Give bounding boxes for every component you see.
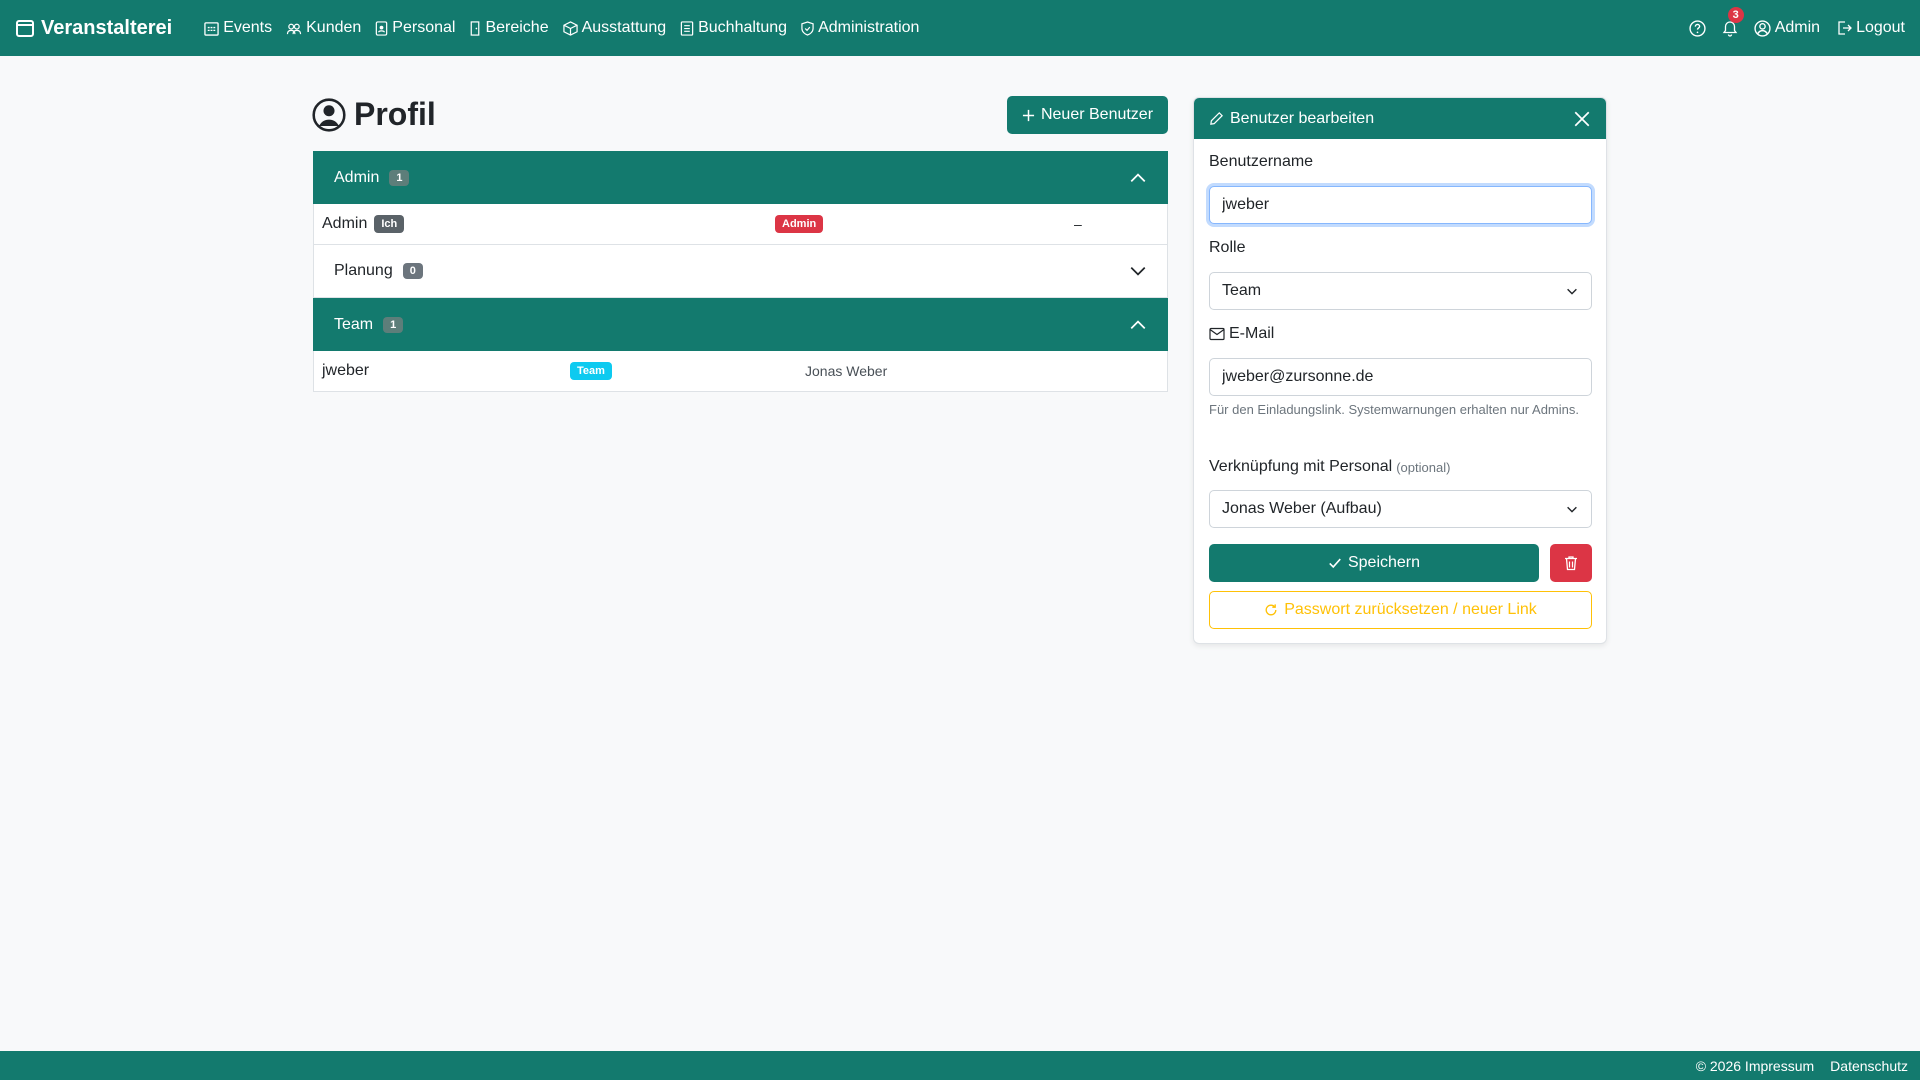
- calendar-icon: [16, 20, 34, 37]
- personal-link-select[interactable]: Jonas Weber (Aufbau): [1209, 490, 1592, 528]
- privacy-link[interactable]: Datenschutz: [1830, 1058, 1908, 1074]
- self-badge: Ich: [374, 215, 405, 233]
- new-user-button-label: Neuer Benutzer: [1040, 106, 1154, 123]
- page-title: Profil: [312, 96, 436, 133]
- group-header-planung[interactable]: Planung 0: [313, 245, 1168, 298]
- role-select-value: Team: [1222, 282, 1262, 299]
- ledger-icon: [680, 20, 694, 36]
- top-navbar: Veranstalterei Events Kunden Personal Be…: [0, 0, 1920, 56]
- nav-buchhaltung-label: Buchhaltung: [698, 19, 788, 36]
- group-count-badge: 0: [402, 263, 423, 279]
- nav-events-label: Events: [223, 19, 273, 36]
- role-select[interactable]: Team: [1209, 272, 1592, 310]
- door-icon: [471, 20, 480, 36]
- envelope-icon: [1209, 327, 1225, 341]
- box-icon: [562, 20, 578, 36]
- nav-administration[interactable]: Administration: [801, 19, 919, 37]
- check-icon: [1329, 558, 1341, 569]
- group-name: Team: [334, 315, 374, 333]
- shield-icon: [801, 20, 814, 36]
- chevron-down-icon: [1130, 267, 1146, 276]
- close-icon[interactable]: [1573, 110, 1591, 128]
- nav-ausstattung[interactable]: Ausstattung: [562, 19, 667, 37]
- new-user-button[interactable]: Neuer Benutzer: [1007, 96, 1168, 134]
- logout-label: Logout: [1856, 19, 1905, 36]
- panel-title: Benutzer bearbeiten: [1230, 109, 1375, 127]
- group-name: Planung: [334, 262, 393, 279]
- chevron-down-icon: [1567, 288, 1577, 295]
- group-name: Admin: [334, 168, 380, 186]
- nav-personal-label: Personal: [392, 19, 456, 36]
- email-field[interactable]: [1209, 358, 1592, 396]
- help-button[interactable]: [1689, 19, 1706, 37]
- table-row[interactable]: Admin Ich Admin –: [313, 204, 1168, 245]
- user-circle-icon: [1754, 19, 1771, 37]
- impressum-link[interactable]: © 2026 Impressum: [1696, 1058, 1814, 1074]
- username-field[interactable]: [1209, 186, 1592, 224]
- personal-link-label: Verknüpfung mit Personal (optional): [1209, 458, 1450, 476]
- person-badge-icon: [376, 20, 388, 36]
- personal-link-select-value: Jonas Weber (Aufbau): [1222, 500, 1382, 517]
- group-header-admin[interactable]: Admin 1: [313, 151, 1168, 204]
- user-menu-label: Admin: [1774, 19, 1821, 36]
- refresh-icon: [1265, 604, 1277, 616]
- footer: © 2026 Impressum Datenschutz: [0, 1051, 1920, 1080]
- nav-kunden[interactable]: Kunden: [286, 19, 361, 37]
- calendar-grid-icon: [204, 21, 219, 36]
- optional-hint: (optional): [1396, 459, 1451, 475]
- delete-button[interactable]: [1550, 544, 1592, 582]
- reset-password-button-label: Passwort zurücksetzen / neuer Link: [1284, 601, 1537, 618]
- email-label: E-Mail: [1209, 325, 1274, 343]
- nav-ausstattung-label: Ausstattung: [581, 19, 667, 36]
- panel-header: Benutzer bearbeiten: [1194, 98, 1606, 139]
- nav-bereiche-label: Bereiche: [485, 19, 549, 36]
- user-circle-icon: [312, 97, 346, 132]
- brand-name: Veranstalterei: [41, 16, 173, 39]
- role-label: Rolle: [1209, 239, 1246, 256]
- username: jweber: [322, 362, 370, 379]
- reset-password-button[interactable]: Passwort zurücksetzen / neuer Link: [1209, 591, 1592, 629]
- save-button[interactable]: Speichern: [1209, 544, 1539, 582]
- brand[interactable]: Veranstalterei: [15, 17, 172, 40]
- group-count-badge: 1: [389, 169, 410, 186]
- role-badge: Team: [570, 362, 612, 380]
- trash-icon: [1565, 556, 1577, 571]
- personal-name: Jonas Weber: [805, 363, 888, 379]
- user-menu[interactable]: Admin: [1754, 19, 1820, 37]
- people-icon: [286, 23, 302, 34]
- page-title-text: Profil: [354, 96, 436, 132]
- role-badge: Admin: [775, 215, 824, 233]
- nav-administration-label: Administration: [818, 19, 920, 36]
- pencil-icon: [1210, 112, 1223, 125]
- logout-icon: [1838, 21, 1852, 35]
- chevron-down-icon: [1567, 506, 1577, 513]
- table-row[interactable]: jweber Team Jonas Weber: [313, 351, 1168, 392]
- personal-link: –: [1074, 216, 1082, 232]
- edit-user-panel: Benutzer bearbeiten Benutzername Rolle T…: [1193, 97, 1607, 644]
- nav-bereiche[interactable]: Bereiche: [469, 19, 549, 37]
- question-circle-icon: [1689, 19, 1706, 37]
- email-label-text: E-Mail: [1229, 325, 1275, 342]
- save-button-label: Speichern: [1347, 554, 1421, 571]
- nav-buchhaltung[interactable]: Buchhaltung: [680, 19, 787, 37]
- email-help-text: Für den Einladungslink. Systemwarnungen …: [1209, 402, 1579, 417]
- group-count-badge: 1: [383, 316, 404, 333]
- nav-events[interactable]: Events: [204, 19, 272, 37]
- notification-count-badge: 3: [1727, 6, 1744, 23]
- notifications-button[interactable]: 3: [1722, 6, 1744, 37]
- logout-link[interactable]: Logout: [1836, 19, 1905, 37]
- nav-personal[interactable]: Personal: [375, 19, 455, 37]
- username: Admin: [322, 215, 368, 232]
- group-header-team[interactable]: Team 1: [313, 298, 1168, 351]
- plus-icon: [1022, 109, 1035, 121]
- chevron-up-icon: [1130, 172, 1146, 182]
- chevron-up-icon: [1130, 319, 1146, 329]
- user-groups-accordion: Admin 1 Admin Ich Admin – Planung 0 Team…: [313, 151, 1168, 392]
- nav-kunden-label: Kunden: [306, 19, 362, 36]
- personal-link-label-text: Verknüpfung mit Personal: [1209, 458, 1393, 475]
- username-label: Benutzername: [1209, 153, 1314, 170]
